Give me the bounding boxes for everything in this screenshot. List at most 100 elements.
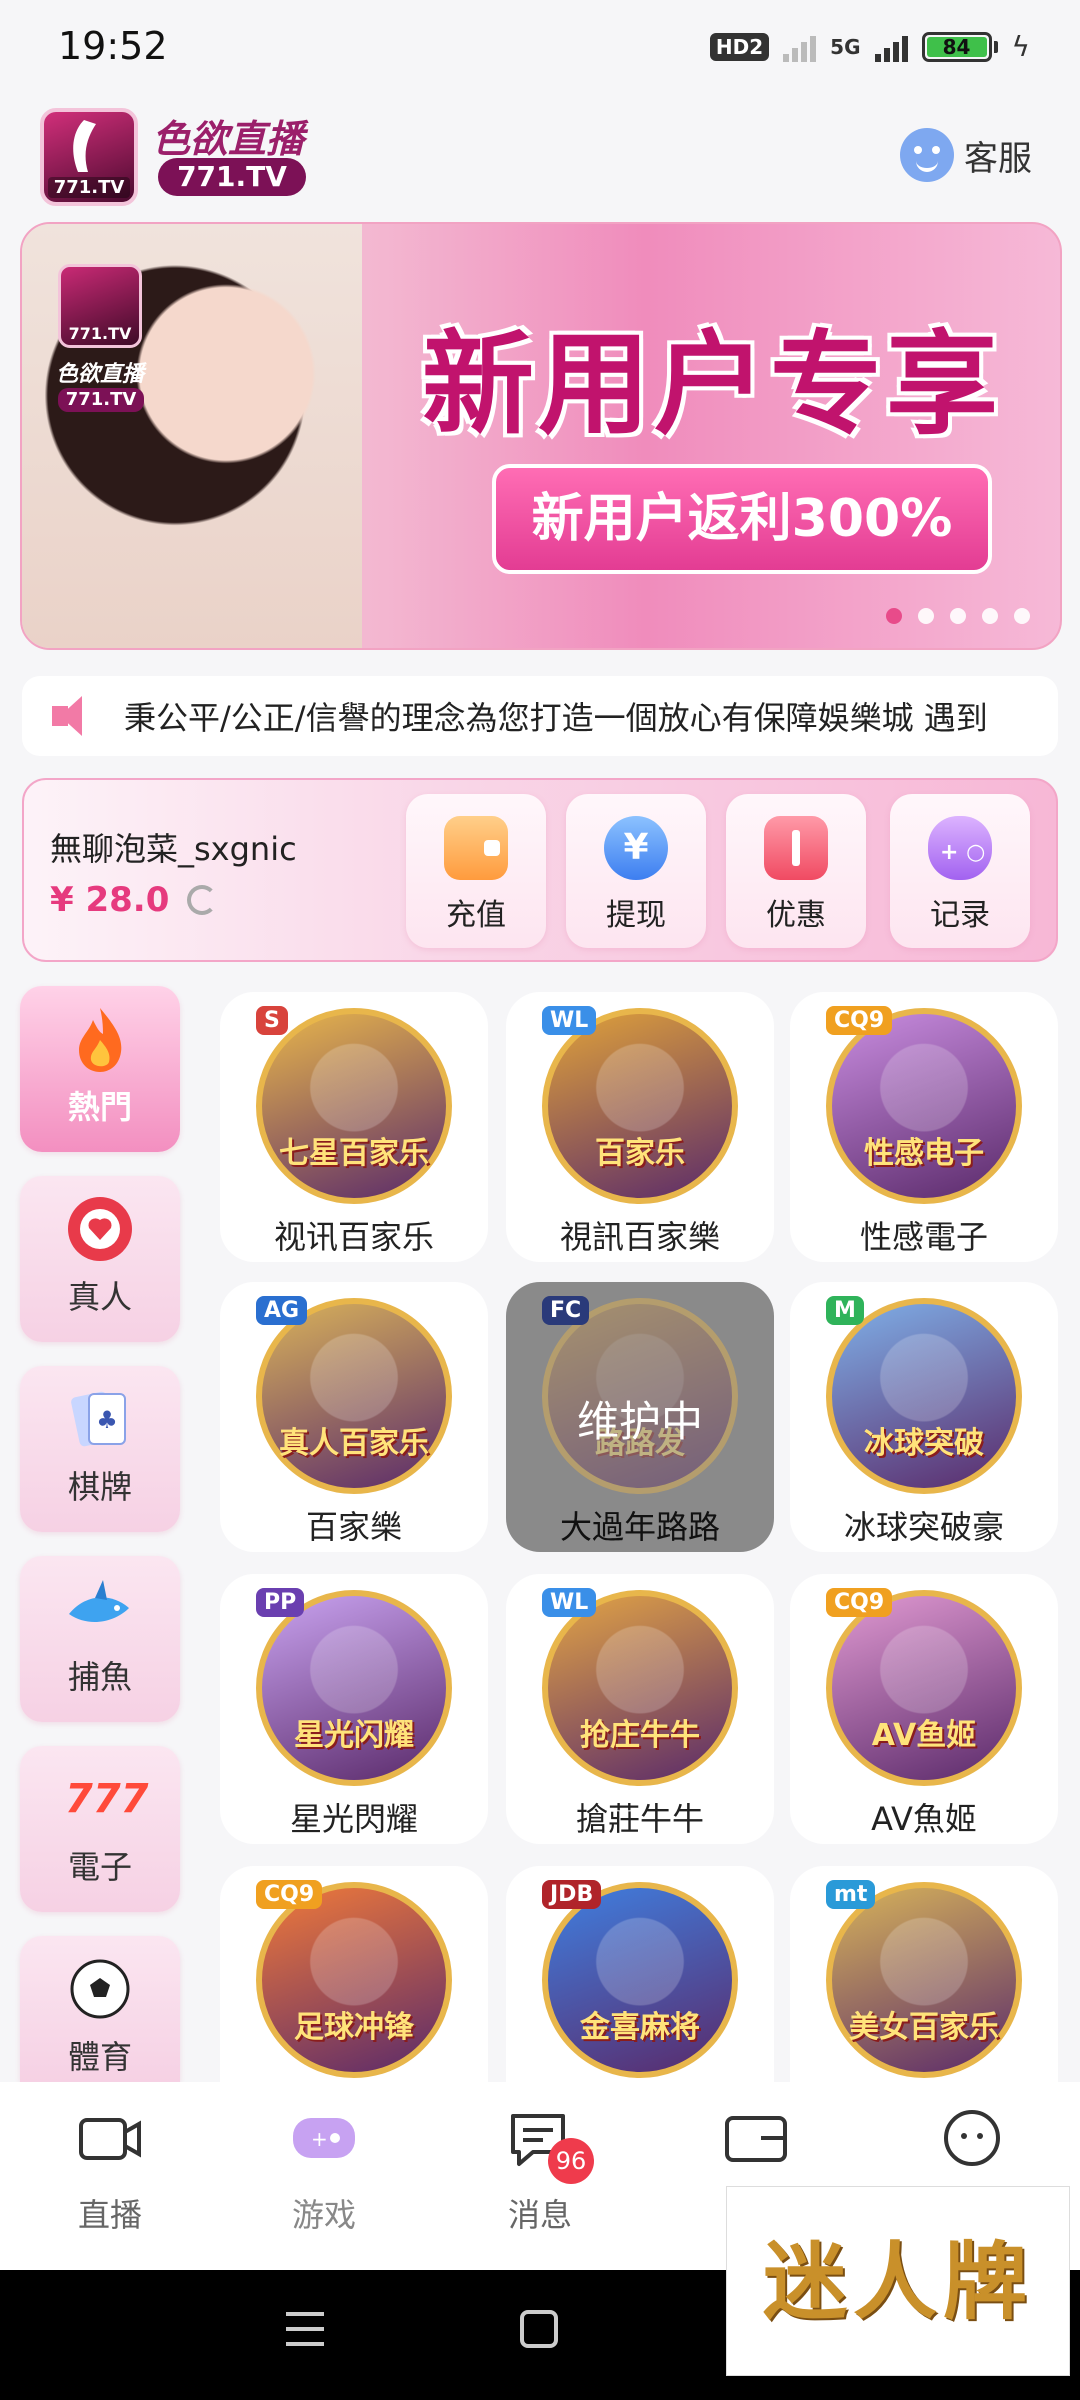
game-tile[interactable]: 百家乐 WL 視訊百家樂 <box>506 992 774 1262</box>
nav-wallet[interactable] <box>676 2108 836 2190</box>
category-label: 捕魚 <box>67 1658 132 1696</box>
game-label: 視訊百家樂 <box>559 1218 720 1256</box>
game-artwork: 七星百家乐 <box>256 1008 452 1204</box>
game-art-title: 真人百家乐 <box>279 1426 429 1461</box>
brand-title: 色欲直播 <box>152 117 305 161</box>
logo-mini-label: 771.TV <box>48 177 130 198</box>
game-tile[interactable]: 路路发 FC 大過年路路 维护中 <box>506 1282 774 1552</box>
nav-label: 消息 <box>507 2196 572 2234</box>
category-label: 體育 <box>67 2038 132 2076</box>
provider-badge: mt <box>826 1880 876 1909</box>
game-art-title: 金喜麻将 <box>580 2010 700 2045</box>
refresh-icon[interactable] <box>187 885 218 915</box>
customer-service-button[interactable]: 客服 <box>900 128 1032 182</box>
nav-label: 直播 <box>77 2196 142 2234</box>
nav-messages[interactable]: 消息 <box>460 2108 620 2236</box>
user-wallet-card: 無聊泡菜_sxgnic ¥ 28.0 充值 ¥ 提现 优惠 + ○ 记录 <box>22 778 1058 962</box>
nav-games[interactable]: + 游戏 <box>244 2108 404 2236</box>
wallet-icon <box>444 816 508 880</box>
banner-title: 新用户专享 <box>422 320 1002 450</box>
announcement-marquee[interactable]: 秉公平/公正/信譽的理念為您打造一個放心有保障娛樂城 遇到 <box>22 676 1058 756</box>
signal-icon <box>874 32 908 62</box>
carousel-dot[interactable] <box>982 608 998 624</box>
banner-logo-label: 771.TV <box>68 324 132 343</box>
game-label: 视讯百家乐 <box>273 1218 434 1256</box>
promotions-button[interactable]: 优惠 <box>726 794 866 948</box>
app-logo: 771.TV <box>40 108 138 206</box>
withdraw-label: 提现 <box>606 898 666 933</box>
game-tile[interactable]: 金喜麻将 JDB <box>506 1866 774 2082</box>
watermark-logo: 迷人牌 <box>726 2186 1070 2376</box>
ticket-icon <box>764 816 828 880</box>
promo-banner[interactable]: 771.TV 色欲直播 771.TV 新用户专享 新用户返利300% <box>20 222 1062 650</box>
game-tile[interactable]: 冰球突破 M 冰球突破豪 <box>790 1282 1058 1552</box>
brand-tag: 771.TV <box>158 158 306 196</box>
hd-icon: HD2 <box>709 32 770 61</box>
menu-icon[interactable] <box>286 2312 324 2346</box>
nav-profile[interactable] <box>892 2108 1052 2190</box>
withdraw-button[interactable]: ¥ 提现 <box>566 794 706 948</box>
provider-badge: CQ9 <box>256 1880 323 1909</box>
provider-badge: S <box>256 1006 288 1035</box>
game-art-title: 性感电子 <box>864 1136 984 1171</box>
battery-level: 84 <box>926 36 987 57</box>
provider-badge: CQ9 <box>826 1588 893 1617</box>
records-label: 记录 <box>930 898 990 933</box>
game-label: AV魚姬 <box>871 1800 977 1838</box>
charging-icon: ϟ <box>1011 30 1030 63</box>
game-tile[interactable]: 性感电子 CQ9 性感電子 <box>790 992 1058 1262</box>
customer-service-label: 客服 <box>964 138 1032 179</box>
game-art-title: 抢庄牛牛 <box>580 1718 700 1753</box>
banner-logo: 771.TV <box>58 264 142 348</box>
game-tile[interactable]: 抢庄牛牛 WL 搶莊牛牛 <box>506 1574 774 1844</box>
category-fishing[interactable]: 捕魚 <box>20 1556 180 1722</box>
carousel-dot[interactable] <box>886 608 902 624</box>
slot-777-icon: 777 <box>65 1776 149 1822</box>
shark-icon <box>65 1574 135 1644</box>
game-artwork: 星光闪耀 <box>256 1590 452 1786</box>
game-label: 星光閃耀 <box>289 1800 418 1838</box>
provider-badge: PP <box>256 1588 305 1617</box>
recharge-button[interactable]: 充值 <box>406 794 546 948</box>
carousel-dot[interactable] <box>918 608 934 624</box>
game-tile[interactable]: 足球冲锋 CQ9 <box>220 1866 488 2082</box>
carousel-dot[interactable] <box>1014 608 1030 624</box>
cards-icon: ♣ <box>65 1384 135 1454</box>
recharge-label: 充值 <box>446 898 506 933</box>
speaker-icon <box>52 696 100 736</box>
game-artwork: 足球冲锋 <box>256 1882 452 2078</box>
signal-icon <box>783 32 817 62</box>
network-label: 5G <box>830 34 861 59</box>
game-tile[interactable]: AV鱼姬 CQ9 AV魚姬 <box>790 1574 1058 1844</box>
category-cards[interactable]: ♣ 棋牌 <box>20 1366 180 1532</box>
category-slots[interactable]: 777 電子 <box>20 1746 180 1912</box>
status-bar: 19:52 HD2 5G 84 ϟ <box>0 0 1080 100</box>
game-tile[interactable]: 美女百家乐 mt <box>790 1866 1058 2082</box>
game-label: 冰球突破豪 <box>843 1508 1004 1546</box>
nav-live[interactable]: 直播 <box>30 2108 190 2236</box>
home-icon[interactable] <box>520 2310 558 2348</box>
category-live[interactable]: 真人 <box>20 1176 180 1342</box>
category-hot[interactable]: 熱門 <box>20 986 180 1152</box>
banner-offer: 新用户返利300% <box>492 464 992 574</box>
gamepad-icon: + <box>289 2108 359 2168</box>
game-tile[interactable]: 七星百家乐 S 视讯百家乐 <box>220 992 488 1262</box>
category-label: 真人 <box>67 1278 132 1316</box>
category-sports[interactable]: 體育 <box>20 1936 180 2082</box>
category-label: 棋牌 <box>67 1468 132 1506</box>
game-tile[interactable]: 星光闪耀 PP 星光閃耀 <box>220 1574 488 1844</box>
game-artwork: 抢庄牛牛 <box>542 1590 738 1786</box>
svg-text:♣: ♣ <box>96 1406 118 1434</box>
game-label: 性感電子 <box>859 1218 988 1256</box>
carousel-dot[interactable] <box>950 608 966 624</box>
provider-badge: CQ9 <box>826 1006 893 1035</box>
carousel-dots[interactable] <box>886 608 1030 624</box>
battery-icon: 84 <box>921 31 998 62</box>
svg-text:+: + <box>311 2127 328 2151</box>
smiley-icon <box>937 2108 1007 2168</box>
records-button[interactable]: + ○ 记录 <box>890 794 1030 948</box>
provider-badge: M <box>826 1296 864 1325</box>
poker-chip-icon <box>65 1194 135 1264</box>
game-tile[interactable]: 真人百家乐 AG 百家樂 <box>220 1282 488 1552</box>
game-art-title: 百家乐 <box>595 1136 685 1171</box>
